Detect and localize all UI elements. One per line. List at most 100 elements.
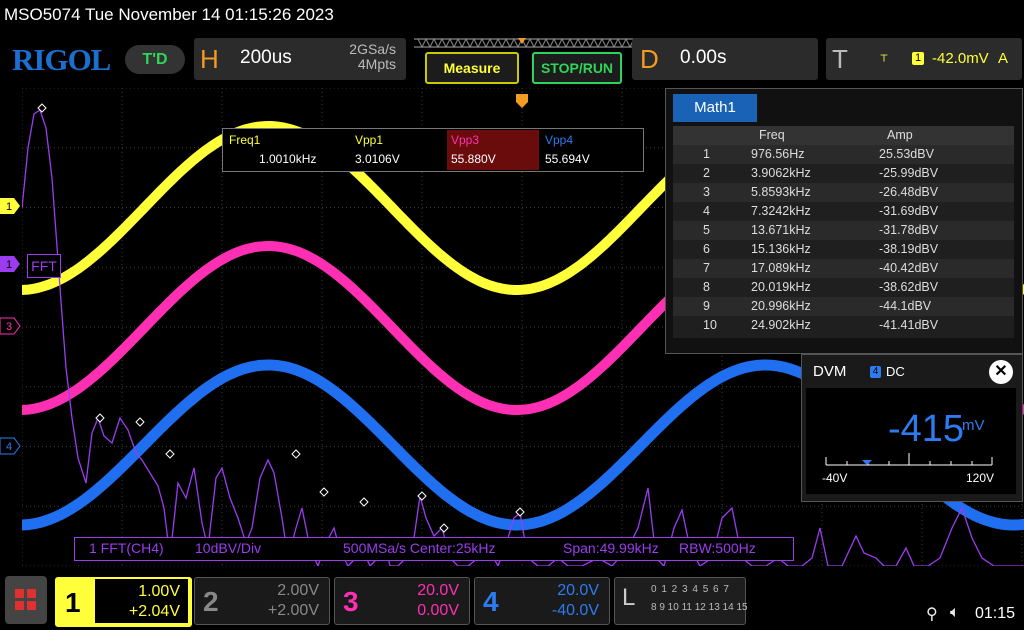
logic-bits-row1: 0 1 2 3 4 5 6 7	[651, 584, 730, 595]
peak-freq: 7.3242kHz	[751, 204, 811, 218]
dvm-title: DVM	[813, 363, 847, 380]
channel-4-offset: -40.0V	[551, 602, 599, 619]
trigger-position-marker	[516, 94, 528, 108]
logic-letter: L	[622, 584, 636, 611]
channel-4-level-marker[interactable]: 4	[0, 436, 22, 456]
channel-2-scale: 2.00V	[277, 582, 319, 599]
sample-rate: 2GSa/s	[349, 41, 396, 57]
meas-value-vpp4: 55.694V	[545, 152, 590, 166]
fft-scale: 10dBV/Div	[195, 540, 262, 556]
system-clock: 01:15	[975, 605, 1016, 622]
horizontal-letter: H	[200, 44, 219, 74]
channel-4-number: 4	[483, 586, 499, 617]
peak-amp: -31.69dBV	[879, 204, 939, 218]
peak-table-row: 10 24.902kHz -41.41dBV	[673, 316, 1014, 335]
channel-3-number: 3	[343, 586, 359, 617]
channel-1-level-marker[interactable]: 1	[0, 196, 22, 216]
fft-rbw: RBW:500Hz	[679, 540, 756, 556]
peak-amp: -38.62dBV	[879, 280, 939, 294]
peak-freq: 15.136kHz	[751, 242, 811, 256]
dvm-scale	[825, 453, 993, 466]
peak-table-row: 4 7.3242kHz -31.69dBV	[673, 202, 1014, 221]
logic-bits-row2: 8 9 10 11 12 13 14 15	[651, 602, 748, 613]
fft-peak-marker	[359, 497, 369, 507]
timebase-value[interactable]: 200us	[240, 47, 292, 69]
meas-value-freq1: 1.0010kHz	[259, 152, 317, 166]
peak-table-header: Freq Amp	[673, 126, 1014, 145]
channel-2-number: 2	[203, 586, 219, 617]
close-icon[interactable]: ✕	[989, 360, 1013, 384]
trigger-source-badge: 1	[912, 52, 924, 65]
channel-1-offset: +2.04V	[128, 603, 180, 620]
dvm-unit: mV	[962, 417, 985, 434]
mute-speaker-icon[interactable]: 🔈︎	[950, 604, 960, 622]
trigger-mode[interactable]: A	[998, 50, 1008, 67]
dvm-pointer	[862, 460, 872, 465]
fft-info-bar[interactable]: 1 FFT(CH4) 10dBV/Div 500MSa/s Center:25k…	[74, 537, 794, 561]
meas-value-vpp3: 55.880V	[451, 152, 496, 166]
measurement-table[interactable]: Freq1 Vpp1 Vpp3 Vpp4 1.0010kHz 3.0106V 5…	[222, 128, 644, 172]
model-and-datetime: MSO5074 Tue November 14 01:15:26 2023	[4, 5, 334, 24]
meas-header-freq1: Freq1	[229, 133, 261, 147]
col-freq: Freq	[759, 128, 785, 142]
channel-3-level-marker[interactable]: 3	[0, 316, 22, 336]
fft-span: Span:49.99kHz	[563, 540, 659, 556]
meas-value-vpp1: 3.0106V	[355, 152, 400, 166]
peak-index: 8	[703, 280, 710, 294]
usb-icon: ⚲	[926, 606, 938, 623]
fft-peak-marker	[135, 417, 145, 427]
fft-rate-center: 500MSa/s Center:25kHz	[343, 540, 496, 556]
channel-1-scale: 1.00V	[138, 583, 180, 600]
fft-source: 1 FFT(CH4)	[89, 540, 164, 556]
grid-menu-icon	[15, 589, 36, 610]
dvm-mode: DC	[886, 364, 905, 379]
channel-3-box[interactable]: 3 20.0V 0.00V	[334, 577, 470, 625]
peak-index: 4	[703, 204, 710, 218]
rising-edge-icon: ⸆	[880, 53, 889, 70]
dvm-range-min: -40V	[822, 471, 848, 485]
meas-header-vpp3: Vpp3	[451, 133, 480, 147]
memory-depth: 4Mpts	[357, 56, 396, 72]
dvm-range-max: 120V	[966, 471, 995, 485]
delay-value[interactable]: 0.00s	[680, 47, 726, 69]
peak-amp: -44.1dBV	[879, 299, 932, 313]
home-menu-button[interactable]	[5, 576, 47, 624]
peak-amp: -31.78dBV	[879, 223, 939, 237]
peak-table-row: 2 3.9062kHz -25.99dBV	[673, 164, 1014, 183]
peak-table-row: 9 20.996kHz -44.1dBV	[673, 297, 1014, 316]
peak-table-row: 7 17.089kHz -40.42dBV	[673, 259, 1014, 278]
stop-run-button[interactable]: STOP/RUN	[532, 52, 622, 84]
peak-amp: -38.19dBV	[879, 242, 939, 256]
col-amp: Amp	[887, 128, 913, 142]
peak-freq: 3.9062kHz	[751, 166, 811, 180]
fft-peak-marker	[439, 523, 449, 533]
trigger-level[interactable]: -42.0mV	[932, 50, 989, 67]
meas-header-vpp4: Vpp4	[545, 133, 574, 147]
svg-text:1: 1	[6, 259, 12, 271]
channel-1-box[interactable]: 1 1.00V +2.04V	[55, 577, 192, 627]
trigger-panel[interactable]	[826, 38, 1022, 80]
measure-button[interactable]: Measure	[425, 52, 519, 84]
run-status-badge[interactable]: T'D	[125, 45, 185, 74]
peak-freq: 20.019kHz	[751, 280, 811, 294]
fft-label: FFT	[27, 254, 61, 278]
channel-2-offset: +2.00V	[267, 602, 319, 619]
rigol-logo: RIGOL	[12, 42, 111, 77]
peak-table-row: 5 13.671kHz -31.78dBV	[673, 221, 1014, 240]
channel-2-box[interactable]: 2 2.00V +2.00V	[194, 577, 330, 625]
peak-table-row: 1 976.56Hz 25.53dBV	[673, 145, 1014, 164]
svg-text:1: 1	[6, 201, 12, 213]
dvm-value: -415	[888, 408, 965, 450]
peak-index: 7	[703, 261, 710, 275]
channel-4-box[interactable]: 4 20.0V -40.0V	[474, 577, 610, 625]
fft-peak-table[interactable]: Freq Amp 1 976.56Hz 25.53dBV 2 3.9062kHz -25.…	[673, 126, 1014, 338]
fft-peak-marker	[165, 449, 175, 459]
fft-peak-marker	[319, 487, 329, 497]
math-level-marker[interactable]: 1	[0, 254, 22, 274]
svg-text:4: 4	[6, 441, 12, 453]
fft-peak-marker	[291, 449, 301, 459]
peak-index: 1	[703, 147, 710, 161]
tab-math1[interactable]: Math1	[673, 94, 757, 122]
peak-index: 9	[703, 299, 710, 313]
channel-1-number: 1	[65, 587, 81, 619]
